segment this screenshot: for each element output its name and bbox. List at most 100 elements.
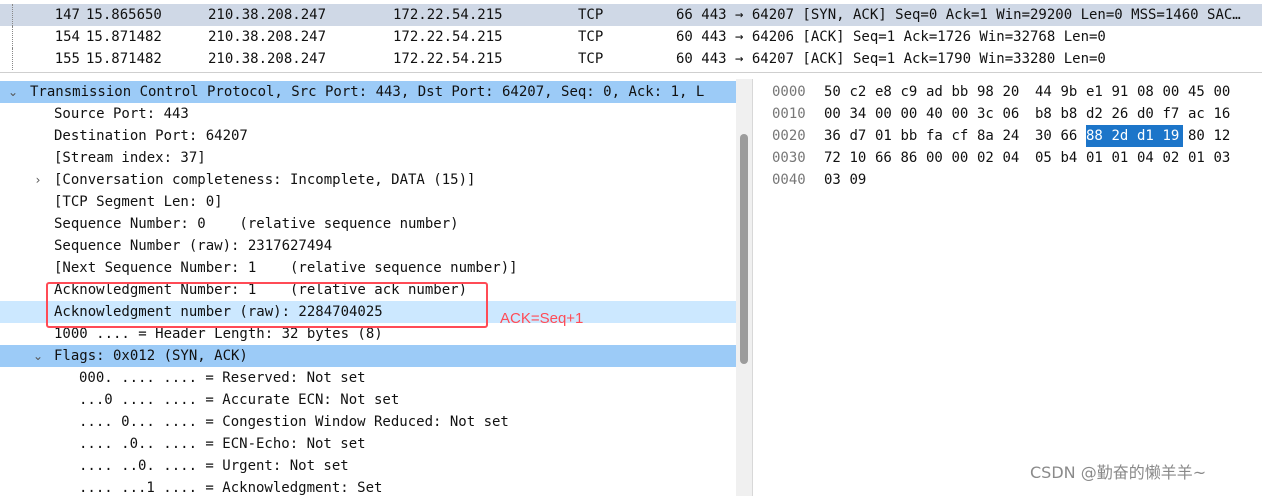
detail-row[interactable]: .... ..0. .... = Urgent: Not set <box>0 455 736 477</box>
expand-chevron-down-icon[interactable]: ⌄ <box>6 81 20 103</box>
hex-byte[interactable]: 00 <box>1163 81 1183 103</box>
hex-byte[interactable]: c9 <box>901 81 921 103</box>
hex-byte[interactable]: 04 <box>1003 147 1023 169</box>
hex-byte[interactable]: 26 <box>1112 103 1132 125</box>
hex-byte[interactable]: d2 <box>1086 103 1106 125</box>
hex-byte[interactable]: 19 <box>1162 125 1183 147</box>
hex-byte[interactable]: fa <box>926 125 946 147</box>
hex-byte[interactable]: 98 <box>977 81 997 103</box>
hex-byte[interactable]: 09 <box>850 169 870 191</box>
hex-byte[interactable]: 00 <box>952 147 972 169</box>
detail-row[interactable]: Source Port: 443 <box>0 103 736 125</box>
hex-byte[interactable]: d7 <box>850 125 870 147</box>
detail-row[interactable]: ...0 .... .... = Accurate ECN: Not set <box>0 389 736 411</box>
hex-byte[interactable]: 86 <box>901 147 921 169</box>
detail-row[interactable]: 000. .... .... = Reserved: Not set <box>0 367 736 389</box>
hex-byte[interactable]: 30 <box>1035 125 1055 147</box>
hex-byte[interactable]: 05 <box>1035 147 1055 169</box>
hex-byte[interactable]: 88 <box>1086 125 1112 147</box>
hex-byte[interactable]: bb <box>952 81 972 103</box>
hex-offset: 0040 <box>772 172 806 188</box>
hex-byte[interactable]: 01 <box>1086 147 1106 169</box>
details-scroll-thumb[interactable] <box>740 134 748 364</box>
hex-byte[interactable]: cf <box>952 125 972 147</box>
hex-byte[interactable]: 03 <box>824 169 844 191</box>
hex-byte[interactable]: 40 <box>926 103 946 125</box>
hex-byte[interactable]: e1 <box>1086 81 1106 103</box>
hex-byte[interactable]: 00 <box>824 103 844 125</box>
detail-text: [Next Sequence Number: 1 (relative seque… <box>54 260 518 276</box>
detail-row[interactable]: ⌄ Flags: 0x012 (SYN, ACK) <box>0 345 736 367</box>
hex-byte[interactable]: bb <box>901 125 921 147</box>
hex-byte[interactable]: 00 <box>901 103 921 125</box>
hex-byte[interactable]: 9b <box>1061 81 1081 103</box>
hex-byte[interactable]: ad <box>926 81 946 103</box>
expand-chevron-right-icon[interactable]: › <box>31 169 45 191</box>
hex-byte[interactable]: ac <box>1188 103 1208 125</box>
hex-dump-pane[interactable]: 0000 50 c2 e8 c9 ad bb 98 20 44 9b e1 91 08 00 45 00 0010… <box>764 79 1262 496</box>
packet-row[interactable]: 154 15.871482 210.38.208.247 172.22.54.215 T… <box>0 26 1262 48</box>
hex-byte[interactable]: 24 <box>1003 125 1023 147</box>
hex-byte[interactable]: 00 <box>952 103 972 125</box>
packet-protocol: TCP <box>578 7 604 23</box>
detail-row[interactable]: Sequence Number (raw): 2317627494 <box>0 235 736 257</box>
hex-byte[interactable]: 72 <box>824 147 844 169</box>
hex-byte[interactable]: 10 <box>850 147 870 169</box>
hex-byte[interactable]: 36 <box>824 125 844 147</box>
hex-byte[interactable]: 01 <box>1112 147 1132 169</box>
expand-chevron-down-icon[interactable]: ⌄ <box>31 345 45 367</box>
hex-byte[interactable]: 04 <box>1137 147 1157 169</box>
hex-byte[interactable]: 91 <box>1112 81 1132 103</box>
details-scrollbar[interactable] <box>736 79 752 496</box>
hex-byte[interactable]: c2 <box>850 81 870 103</box>
hex-offset: 0030 <box>772 150 806 166</box>
detail-row[interactable]: [Stream index: 37] <box>0 147 736 169</box>
detail-row[interactable]: [Next Sequence Number: 1 (relative seque… <box>0 257 736 279</box>
hex-byte[interactable]: 12 <box>1214 125 1234 147</box>
packet-list[interactable]: 147 15.865650 210.38.208.247 172.22.54.215 T… <box>0 0 1262 73</box>
hex-byte[interactable]: 01 <box>875 125 895 147</box>
hex-byte[interactable]: 50 <box>824 81 844 103</box>
hex-byte[interactable]: b4 <box>1061 147 1081 169</box>
packet-source: 210.38.208.247 <box>208 29 327 45</box>
hex-byte[interactable]: 80 <box>1188 125 1208 147</box>
hex-byte[interactable]: 03 <box>1214 147 1234 169</box>
hex-byte[interactable]: 44 <box>1035 81 1055 103</box>
packet-row[interactable]: 147 15.865650 210.38.208.247 172.22.54.215 T… <box>0 4 1262 26</box>
detail-row[interactable]: Destination Port: 64207 <box>0 125 736 147</box>
detail-row[interactable]: › [Conversation completeness: Incomplete,… <box>0 169 736 191</box>
hex-byte[interactable]: 45 <box>1188 81 1208 103</box>
detail-row[interactable]: .... 0... .... = Congestion Window Reduc… <box>0 411 736 433</box>
hex-byte[interactable]: 8a <box>977 125 997 147</box>
packet-row[interactable]: 155 15.871482 210.38.208.247 172.22.54.215 T… <box>0 48 1262 70</box>
detail-row[interactable]: .... ...1 .... = Acknowledgment: Set <box>0 477 736 496</box>
hex-byte[interactable]: f7 <box>1163 103 1183 125</box>
hex-byte[interactable]: 02 <box>977 147 997 169</box>
hex-byte[interactable]: 01 <box>1188 147 1208 169</box>
hex-byte[interactable]: 06 <box>1003 103 1023 125</box>
detail-row[interactable]: .... .0.. .... = ECN-Echo: Not set <box>0 433 736 455</box>
hex-byte[interactable]: b8 <box>1035 103 1055 125</box>
hex-byte[interactable]: 00 <box>1214 81 1234 103</box>
hex-byte[interactable]: 34 <box>850 103 870 125</box>
hex-byte[interactable]: d1 <box>1137 125 1163 147</box>
detail-text: Sequence Number: 0 (relative sequence nu… <box>54 216 459 232</box>
hex-byte[interactable]: 66 <box>875 147 895 169</box>
hex-byte[interactable]: 00 <box>926 147 946 169</box>
detail-row[interactable]: Sequence Number: 0 (relative sequence nu… <box>0 213 736 235</box>
hex-byte[interactable]: 66 <box>1061 125 1081 147</box>
detail-row[interactable]: ⌄ Transmission Control Protocol, Src Port… <box>0 81 736 103</box>
hex-byte[interactable]: e8 <box>875 81 895 103</box>
hex-byte[interactable]: 2d <box>1111 125 1137 147</box>
hex-byte[interactable]: 16 <box>1214 103 1234 125</box>
detail-row[interactable]: [TCP Segment Len: 0] <box>0 191 736 213</box>
hex-byte[interactable]: 3c <box>977 103 997 125</box>
hex-byte[interactable]: 00 <box>875 103 895 125</box>
hex-byte[interactable]: d0 <box>1137 103 1157 125</box>
hex-byte[interactable]: 08 <box>1137 81 1157 103</box>
hex-byte[interactable]: 20 <box>1003 81 1023 103</box>
packet-destination: 172.22.54.215 <box>393 29 503 45</box>
packet-details-pane[interactable]: ⌄ Transmission Control Protocol, Src Port… <box>0 79 752 496</box>
hex-byte[interactable]: b8 <box>1061 103 1081 125</box>
hex-byte[interactable]: 02 <box>1163 147 1183 169</box>
